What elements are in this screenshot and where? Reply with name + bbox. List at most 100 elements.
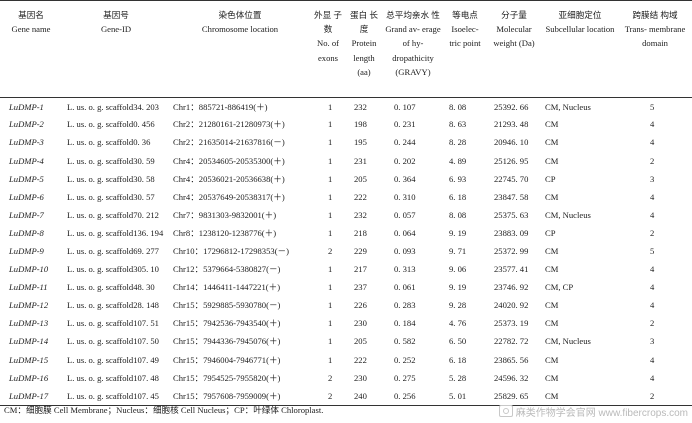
isoelectric-point-cell: 9. 28 [449,300,467,311]
chromosome-location-cell: Chr4：20536021-20536638(＋) [173,173,285,184]
table-row: LuDMP-10 L. us. o. g. scaffold305. 10 Chr1… [0,260,692,278]
transmembrane-domain-cell: 3 [650,173,655,184]
header-zh: 等电点 [452,10,478,20]
site-watermark: 麻类作物学会官网 www.fibercrops.com [498,404,688,419]
gravy-cell: 0. 202 [394,155,416,166]
gene-name-cell: LuDMP-10 [9,264,49,275]
exon-count-cell: 1 [328,264,333,275]
table-row: LuDMP-14 L. us. o. g. scaffold107. 50 Chr1… [0,333,692,351]
watermark-logo-icon [498,405,513,417]
table-row: LuDMP-12 L. us. o. g. scaffold28. 148 Chr1… [0,297,692,315]
gene-id-cell: L. us. o. g. scaffold107. 49 [67,354,159,365]
gene-id-cell: L. us. o. g. scaffold34. 203 [67,101,159,112]
exon-count-cell: 2 [328,372,333,383]
molecular-weight-cell: 23865. 56 [494,354,529,365]
header-chromosome-location: 染色体位置 Chromosome location [170,1,310,98]
header-protein-length: 蛋白 长度 Protein length (aa) [346,1,382,98]
molecular-weight-cell: 23746. 92 [494,282,529,293]
protein-length-cell: 195 [354,137,367,148]
table-header: 基因名 Gene name 基因号 Gene-ID 染色体位置 Chromoso… [0,0,692,98]
protein-length-cell: 231 [354,155,367,166]
molecular-weight-cell: 25373. 19 [494,318,529,329]
isoelectric-point-cell: 4. 76 [449,318,467,329]
exon-count-cell: 2 [328,246,333,256]
chromosome-location-cell: Chr2：21280161-21280973(＋) [173,119,285,130]
gravy-cell: 0. 064 [394,227,416,238]
chromosome-location-cell: Chr15：7954525-7955820(＋) [173,372,281,383]
protein-length-cell: 205 [354,173,367,184]
table-row: LuDMP-1 L. us. o. g. scaffold34. 203 Chr1：… [0,98,692,116]
exon-count-cell: 1 [328,318,333,329]
gene-id-cell: L. us. o. g. scaffold107. 45 [67,390,159,401]
chromosome-location-cell: Chr8：1238120-1238776(＋) [173,227,277,238]
isoelectric-point-cell: 8. 63 [449,119,467,130]
protein-length-cell: 205 [354,336,367,347]
subcellular-location-cell: CM [545,354,559,365]
gravy-cell: 0. 310 [394,191,416,202]
gene-id-cell: L. us. o. g. scaffold305. 10 [67,264,159,275]
protein-length-cell: 230 [354,318,367,329]
header-zh: 基因号 [103,10,129,20]
gene-name-cell: LuDMP-2 [9,119,44,130]
transmembrane-domain-cell: 2 [650,155,655,166]
gravy-cell: 0. 364 [394,173,416,184]
protein-length-cell: 198 [354,119,367,130]
table-footnote: CM：细胞膜 Cell Membrane；Nucleus：细胞核 Cell Nu… [4,405,324,415]
subcellular-location-cell: CM [545,300,559,311]
chromosome-location-cell: Chr15：7957608-7959009(＋) [173,390,281,401]
exon-count-cell: 1 [328,155,333,166]
exon-count-cell: 1 [328,209,333,220]
protein-length-cell: 222 [354,354,367,365]
isoelectric-point-cell: 5. 01 [449,390,467,401]
molecular-weight-cell: 20946. 10 [494,137,529,148]
molecular-weight-cell: 21293. 48 [494,119,529,130]
table-body: LuDMP-1 L. us. o. g. scaffold34. 203 Chr1：… [0,98,692,406]
gene-name-cell: LuDMP-17 [9,390,49,401]
header-subcellular-location: 亚细胞定位 Subcellular location [542,1,618,98]
protein-length-cell: 222 [354,191,367,202]
chromosome-location-cell: Chr2：21635014-21637816(－) [173,137,285,148]
table-row: LuDMP-2 L. us. o. g. scaffold0. 456 Chr2：2… [0,116,692,134]
subcellular-location-cell: CM, CP [545,282,574,293]
header-gene-id: 基因号 Gene-ID [62,1,170,98]
table-row: LuDMP-13 L. us. o. g. scaffold107. 51 Chr1… [0,315,692,333]
chromosome-location-cell: Chr7：9831303-9832001(＋) [173,209,277,220]
header-zh: 亚细胞定位 [558,10,602,20]
gravy-cell: 0. 313 [394,264,416,275]
subcellular-location-cell: CM [545,246,559,256]
exon-count-cell: 1 [328,101,333,112]
transmembrane-domain-cell: 4 [650,354,655,365]
gene-name-cell: LuDMP-9 [9,246,44,256]
gravy-cell: 0. 582 [394,336,416,347]
watermark-text: 麻类作物学会官网 www.fibercrops.com [515,408,688,419]
exon-count-cell: 1 [328,137,333,148]
document-page: 基因名 Gene name 基因号 Gene-ID 染色体位置 Chromoso… [0,0,692,423]
gene-id-cell: L. us. o. g. scaffold0. 36 [67,137,151,148]
subcellular-location-cell: CM [545,119,559,130]
transmembrane-domain-cell: 5 [650,246,655,256]
protein-length-cell: 237 [354,282,367,293]
header-en: Gene name [11,24,51,35]
gene-id-cell: L. us. o. g. scaffold30. 58 [67,173,155,184]
molecular-weight-cell: 23847. 58 [494,191,529,202]
subcellular-location-cell: CM, Nucleus [545,209,591,220]
isoelectric-point-cell: 8. 08 [449,209,467,220]
chromosome-location-cell: Chr12：5379664-5380827(－) [173,264,281,275]
header-gene-name: 基因名 Gene name [0,1,62,98]
table-row: LuDMP-17 L. us. o. g. scaffold107. 45 Chr1… [0,387,692,406]
gene-name-cell: LuDMP-3 [9,137,44,148]
protein-length-cell: 230 [354,372,367,383]
transmembrane-domain-cell: 4 [650,372,655,383]
exon-count-cell: 2 [328,390,333,401]
protein-length-cell: 217 [354,264,367,275]
transmembrane-domain-cell: 2 [650,390,655,401]
gravy-cell: 0. 244 [394,137,416,148]
gene-id-cell: L. us. o. g. scaffold0. 456 [67,119,155,130]
gene-name-cell: LuDMP-15 [9,354,49,365]
table-row: LuDMP-16 L. us. o. g. scaffold107. 48 Chr1… [0,369,692,387]
gene-id-cell: L. us. o. g. scaffold107. 51 [67,318,159,329]
protein-length-cell: 226 [354,300,367,311]
gene-id-cell: L. us. o. g. scaffold28. 148 [67,300,159,311]
molecular-weight-cell: 25829. 65 [494,390,529,401]
gravy-cell: 0. 252 [394,354,416,365]
